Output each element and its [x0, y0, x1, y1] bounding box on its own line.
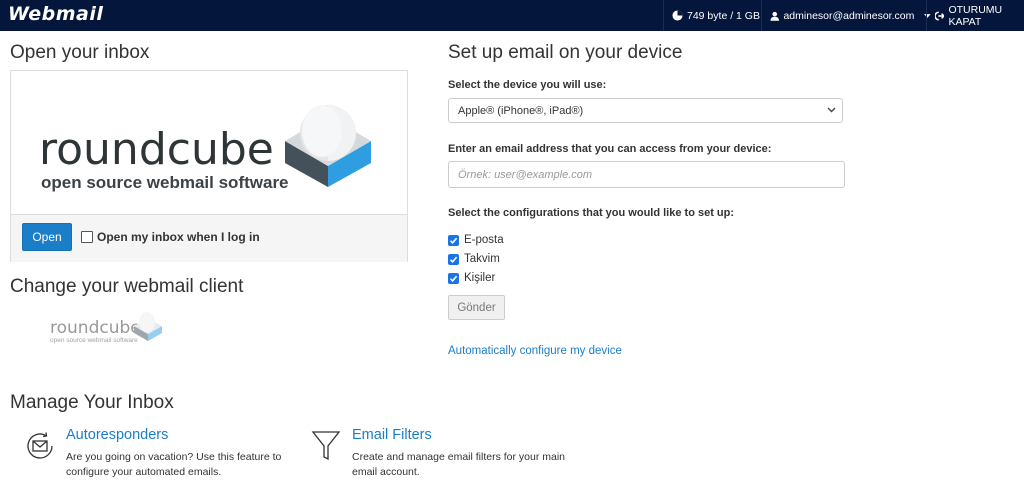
- top-navbar: Webmail 749 byte / 1 GB adminesor@admine…: [0, 0, 1024, 31]
- autoresponders-link[interactable]: Autoresponders: [66, 427, 168, 443]
- option-calendar-label: Takvim: [464, 253, 500, 265]
- filter-icon: [311, 431, 341, 461]
- logout-button[interactable]: OTURUMU KAPAT: [926, 0, 1024, 31]
- auto-configure-link[interactable]: Automatically configure my device: [448, 345, 622, 357]
- roundcube-small-tagline: open source webmail software: [50, 337, 138, 344]
- option-email-label: E-posta: [464, 234, 504, 246]
- manage-inbox-heading: Manage Your Inbox: [10, 392, 174, 413]
- option-contacts-checkbox[interactable]: Kişiler: [448, 272, 495, 284]
- autoresponders-description: Are you going on vacation? Use this feat…: [66, 451, 282, 478]
- user-icon: [770, 11, 779, 21]
- email-input-placeholder: Örnek: user@example.com: [458, 168, 593, 181]
- roundcube-logo-word: roundcube: [39, 124, 274, 175]
- pie-chart-icon: [672, 10, 683, 21]
- option-contacts-label: Kişiler: [464, 272, 496, 284]
- roundcube-small-word: roundcube: [50, 318, 141, 338]
- email-filters-link[interactable]: Email Filters: [352, 427, 432, 443]
- email-filters-description: Create and manage email filters for your…: [352, 451, 566, 478]
- disk-usage-text: 749 byte / 1 GB: [687, 9, 760, 22]
- change-client-heading: Change your webmail client: [10, 276, 244, 297]
- device-select-value: Apple® (iPhone®, iPad®): [458, 104, 584, 117]
- device-label: Select the device you will use:: [448, 79, 607, 91]
- webmail-logo[interactable]: Webmail: [8, 3, 103, 25]
- roundcube-panel-footer: Open Open my inbox when I log in: [11, 214, 407, 262]
- user-email: adminesor@adminesor.com: [783, 9, 915, 22]
- checkbox-unchecked-icon[interactable]: [81, 231, 93, 243]
- device-select[interactable]: Apple® (iPhone®, iPad®): [448, 98, 843, 123]
- chevron-down-icon: [827, 107, 836, 113]
- roundcube-client-option[interactable]: roundcube open source webmail software: [48, 306, 166, 346]
- logout-label: OTURUMU KAPAT: [948, 3, 1003, 28]
- send-button[interactable]: Gönder: [448, 295, 505, 320]
- setup-email-heading: Set up email on your device: [448, 42, 683, 63]
- checkbox-checked-icon[interactable]: [448, 234, 459, 246]
- config-label: Select the configurations that you would…: [448, 207, 735, 219]
- auto-open-checkbox[interactable]: Open my inbox when I log in: [81, 230, 260, 244]
- option-calendar-checkbox[interactable]: Takvim: [448, 253, 500, 265]
- email-label: Enter an email address that you can acce…: [448, 143, 772, 155]
- roundcube-panel: roundcube open source webmail software O…: [10, 70, 408, 262]
- disk-usage: 749 byte / 1 GB: [663, 0, 764, 31]
- open-inbox-heading: Open your inbox: [10, 42, 150, 63]
- mail-clock-icon: [27, 432, 53, 459]
- email-input[interactable]: Örnek: user@example.com: [448, 161, 845, 188]
- checkbox-checked-icon[interactable]: [448, 253, 459, 265]
- user-menu[interactable]: adminesor@adminesor.com: [761, 0, 935, 31]
- option-email-checkbox[interactable]: E-posta: [448, 234, 504, 246]
- checkbox-checked-icon[interactable]: [448, 272, 459, 284]
- roundcube-logo-tagline: open source webmail software: [41, 173, 289, 192]
- roundcube-logo[interactable]: roundcube open source webmail software: [11, 71, 407, 214]
- auto-open-label: Open my inbox when I log in: [97, 230, 260, 244]
- logout-icon: [935, 10, 945, 21]
- open-inbox-button[interactable]: Open: [22, 223, 72, 251]
